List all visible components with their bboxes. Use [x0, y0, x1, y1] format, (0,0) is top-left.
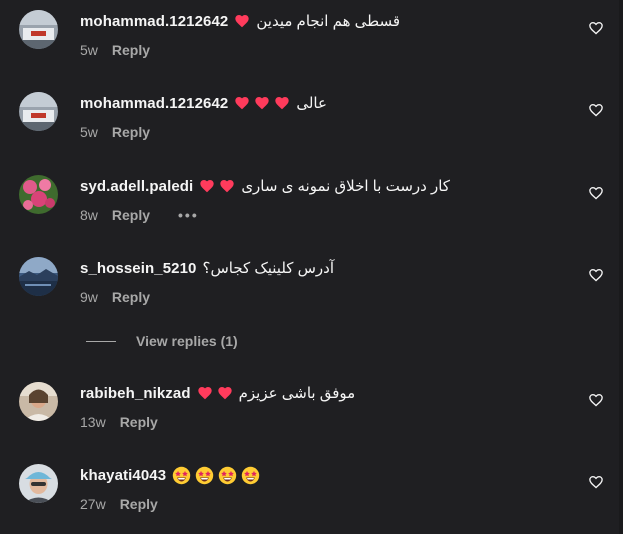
heart-emoji-icon	[254, 95, 270, 111]
scrollbar-track[interactable]	[619, 0, 623, 534]
star-struck-emoji-icon	[195, 466, 214, 485]
car-photo-avatar[interactable]	[19, 92, 58, 131]
like-heart-icon[interactable]	[588, 20, 604, 36]
comment-item: syd.adell.paledi کار درست با اخلاق نمونه…	[0, 175, 619, 245]
like-heart-icon[interactable]	[588, 392, 604, 408]
comment-text: عالی	[296, 95, 327, 112]
heart-emoji-icon	[197, 385, 213, 401]
star-struck-emoji-icon	[172, 466, 191, 485]
username-link[interactable]: mohammad.1212642	[80, 13, 228, 30]
comment-item: rabibeh_nikzad موفق باشی عزیزم 13w Reply	[0, 382, 619, 452]
comment-text: قسطی هم انجام میدین	[256, 13, 401, 30]
comment-item: mohammad.1212642 عالی 5w Reply	[0, 92, 619, 162]
heart-emoji-group	[234, 13, 250, 29]
username-link[interactable]: khayati4043	[80, 467, 166, 484]
portrait-avatar[interactable]	[19, 382, 58, 421]
flowers-avatar[interactable]	[19, 175, 58, 214]
username-link[interactable]: mohammad.1212642	[80, 95, 228, 112]
reply-button[interactable]: Reply	[120, 496, 158, 512]
cap-portrait-avatar[interactable]	[19, 464, 58, 503]
comment-item: s_hossein_5210 آدرس کلینیک کجاس؟ 9w Repl…	[0, 257, 619, 327]
comment-item: khayati4043 27w Reply	[0, 464, 619, 534]
view-replies-button[interactable]: View replies (1)	[86, 333, 238, 349]
view-replies-divider	[86, 340, 116, 342]
emoji-group	[172, 466, 260, 485]
like-heart-icon[interactable]	[588, 102, 604, 118]
reply-button[interactable]: Reply	[112, 124, 150, 140]
heart-emoji-group	[234, 95, 290, 111]
comment-time: 5w	[80, 42, 98, 58]
heart-emoji-icon	[234, 13, 250, 29]
more-options-icon[interactable]: •••	[178, 207, 199, 223]
comment-text: کار درست با اخلاق نمونه ی ساری	[241, 178, 450, 195]
star-struck-emoji-icon	[241, 466, 260, 485]
heart-emoji-group	[199, 178, 235, 194]
heart-emoji-icon	[219, 178, 235, 194]
username-link[interactable]: s_hossein_5210	[80, 260, 196, 277]
like-heart-icon[interactable]	[588, 474, 604, 490]
heart-emoji-icon	[274, 95, 290, 111]
comment-text: موفق باشی عزیزم	[238, 385, 356, 402]
reply-button[interactable]: Reply	[112, 207, 150, 223]
heart-emoji-icon	[234, 95, 250, 111]
comment-time: 13w	[80, 414, 106, 430]
view-replies-label: View replies (1)	[136, 333, 238, 349]
comment-time: 5w	[80, 124, 98, 140]
comment-text: آدرس کلینیک کجاس؟	[202, 260, 334, 277]
reply-button[interactable]: Reply	[120, 414, 158, 430]
username-link[interactable]: rabibeh_nikzad	[80, 385, 191, 402]
heart-emoji-icon	[199, 178, 215, 194]
username-link[interactable]: syd.adell.paledi	[80, 178, 193, 195]
reply-button[interactable]: Reply	[112, 289, 150, 305]
comment-time: 8w	[80, 207, 98, 223]
star-struck-emoji-icon	[218, 466, 237, 485]
like-heart-icon[interactable]	[588, 267, 604, 283]
heart-emoji-group	[197, 385, 233, 401]
comment-time: 9w	[80, 289, 98, 305]
car-photo-avatar[interactable]	[19, 10, 58, 49]
comment-time: 27w	[80, 496, 106, 512]
reply-button[interactable]: Reply	[112, 42, 150, 58]
comment-item: mohammad.1212642 قسطی هم انجام میدین 5w …	[0, 10, 619, 80]
heart-emoji-icon	[217, 385, 233, 401]
like-heart-icon[interactable]	[588, 185, 604, 201]
landscape-avatar[interactable]	[19, 257, 58, 296]
